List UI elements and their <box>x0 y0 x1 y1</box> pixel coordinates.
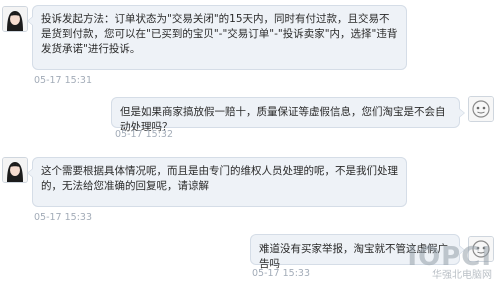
watermark-site-name: 华强北电脑网 <box>432 270 492 281</box>
message-timestamp: 05-17 15:32 <box>115 129 174 140</box>
message-timestamp: 05-17 15:33 <box>252 268 311 279</box>
female-avatar-icon <box>3 7 27 31</box>
user-avatar-icon <box>469 97 493 121</box>
message-text: 难道没有买家举报，淘宝就不管这虚假广告吗 <box>259 243 448 270</box>
agent-avatar <box>2 6 28 32</box>
message-bubble: 但是如果商家搞放假一赔十，质量保证等虚假信息，您们淘宝是不会自动处理吗？ <box>111 97 465 133</box>
user-avatar-icon <box>469 237 493 261</box>
agent-avatar <box>2 157 28 183</box>
message-bubble: 投诉发起方法：订单状态为"交易关闭"的15天内，同时有付过款，且交易不是货到付款… <box>27 5 407 70</box>
user-avatar <box>468 96 494 122</box>
message-timestamp: 05-17 15:31 <box>34 75 93 86</box>
message-text: 投诉发起方法：订单状态为"交易关闭"的15天内，同时有付过款，且交易不是货到付款… <box>41 13 398 55</box>
female-avatar-icon <box>3 158 27 182</box>
message-bubble: 难道没有买家举报，淘宝就不管这虚假广告吗 <box>250 234 465 270</box>
message-timestamp: 05-17 15:33 <box>34 212 93 223</box>
user-avatar <box>468 236 494 262</box>
message-bubble: 这个需要根据具体情况呢，而且是由专门的维权人员处理的呢，不是我们处理的，无法给您… <box>27 157 407 207</box>
message-text: 这个需要根据具体情况呢，而且是由专门的维权人员处理的呢，不是我们处理的，无法给您… <box>41 165 398 192</box>
